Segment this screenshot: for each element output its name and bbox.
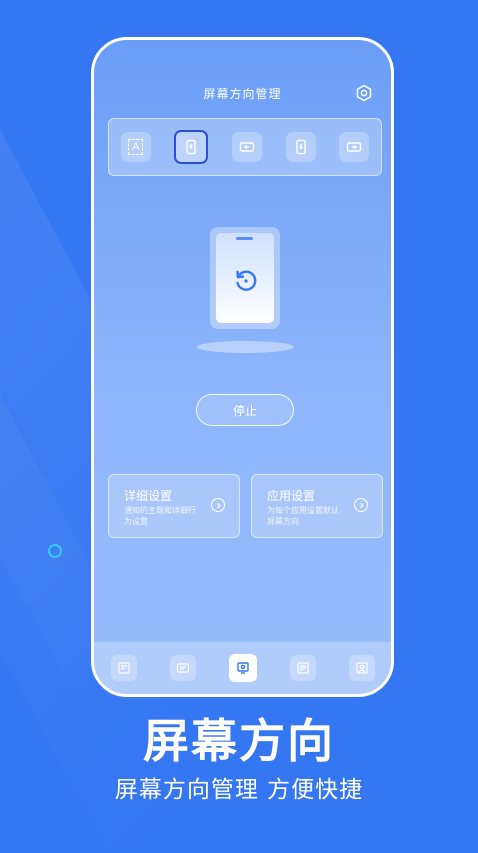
device-illustration: [210, 227, 280, 329]
device-shadow: [197, 341, 294, 353]
list-icon: [296, 662, 309, 674]
promo-subline: 屏幕方向管理 方便快捷: [114, 777, 364, 803]
landscape-reverse-icon: [346, 142, 362, 152]
bottom-navigation: [94, 642, 391, 694]
app-title: 屏幕方向管理: [203, 87, 282, 101]
document-icon: [117, 662, 130, 674]
promo-headline: 屏幕方向: [143, 714, 335, 768]
auto-letter: A: [128, 139, 144, 155]
decorative-ring-icon: [48, 544, 62, 558]
app-settings-card[interactable]: 应用设置 为每个应用设置默认屏幕方向: [251, 474, 383, 538]
card-title: 应用设置: [267, 489, 316, 503]
nav-tab-4[interactable]: [289, 655, 316, 681]
nav-tab-3[interactable]: [228, 654, 257, 682]
nav-tab-2[interactable]: [169, 655, 196, 681]
card-desc: 为每个应用设置默认屏幕方向: [267, 506, 339, 526]
mode-landscape-reverse-button[interactable]: [339, 132, 370, 162]
mode-portrait-button[interactable]: [174, 130, 209, 164]
nav-tab-1[interactable]: [110, 655, 137, 681]
user-icon: [355, 662, 368, 674]
message-icon: [176, 663, 189, 673]
device-screen: [216, 233, 274, 323]
landscape-icon: [239, 142, 255, 152]
phone-mockup: 屏幕方向管理 A 停止 详细设置 通知的主题和详细行为设置 应用设置 为每个应用…: [91, 37, 394, 697]
chevron-right-icon: [211, 498, 225, 512]
screen-icon: [236, 662, 249, 674]
chevron-right-icon: [354, 498, 368, 512]
stop-button[interactable]: 停止: [196, 394, 294, 426]
nav-tab-5[interactable]: [348, 655, 375, 681]
orientation-mode-bar: A: [108, 118, 382, 176]
portrait-reverse-icon: [295, 139, 306, 155]
portrait-icon: [186, 139, 197, 155]
card-title: 详细设置: [124, 489, 173, 503]
mode-landscape-button[interactable]: [231, 132, 262, 162]
mode-portrait-reverse-button[interactable]: [285, 132, 316, 162]
mode-auto-button[interactable]: A: [120, 132, 151, 162]
card-desc: 通知的主题和详细行为设置: [124, 506, 196, 526]
rotate-icon: [236, 270, 257, 291]
gear-icon[interactable]: [355, 84, 373, 102]
detail-settings-card[interactable]: 详细设置 通知的主题和详细行为设置: [108, 474, 240, 538]
speaker-bar: [237, 237, 253, 240]
